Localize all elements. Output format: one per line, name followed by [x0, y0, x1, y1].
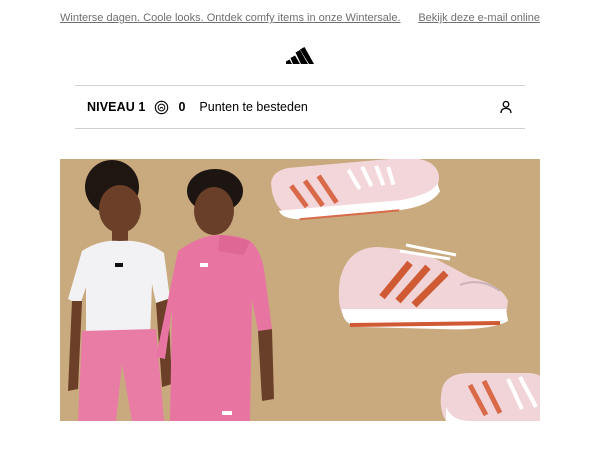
points-label: Punten te besteden — [199, 100, 308, 114]
loyalty-bar: NIVEAU 1 0 Punten te besteden — [87, 96, 513, 118]
adidas-logo-icon[interactable] — [286, 44, 314, 64]
view-online-link[interactable]: Bekijk deze e-mail online — [418, 12, 540, 24]
sneaker-bottom — [440, 373, 540, 421]
divider-top — [75, 85, 525, 86]
kids-and-sneakers-image — [60, 159, 540, 421]
promo-link[interactable]: Winterse dagen. Coole looks. Ontdek comf… — [60, 12, 401, 24]
points-coin-icon — [155, 100, 169, 114]
level-label: NIVEAU 1 — [87, 100, 146, 114]
hero-banner[interactable] — [60, 159, 540, 421]
points-value: 0 — [178, 100, 186, 114]
divider-bottom — [75, 128, 525, 129]
user-icon[interactable] — [499, 100, 513, 114]
top-links-bar: Winterse dagen. Coole looks. Ontdek comf… — [60, 10, 540, 26]
